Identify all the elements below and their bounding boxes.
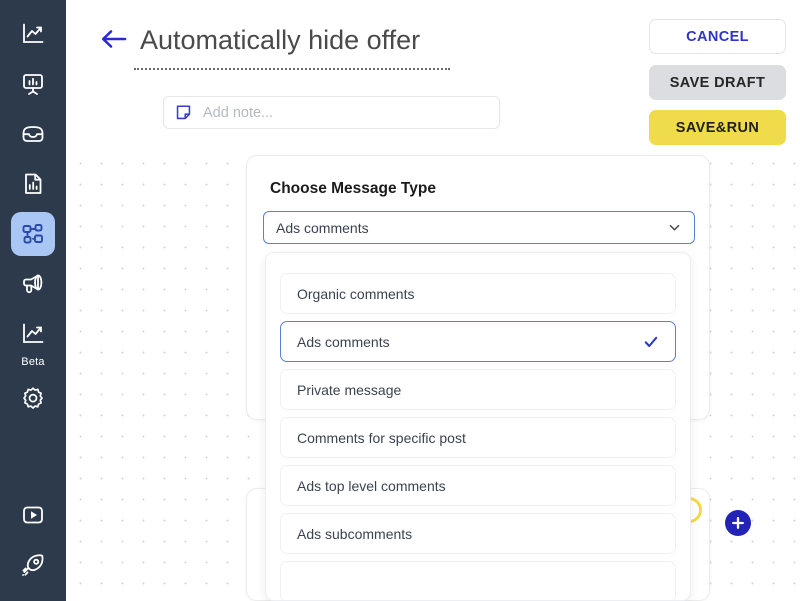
presentation-chart-icon	[23, 74, 43, 95]
page-title: Automatically hide offer	[140, 25, 421, 55]
dropdown-option-ads-top-level-comments[interactable]: Ads top level comments	[280, 465, 676, 506]
cancel-button[interactable]: CANCEL	[649, 19, 786, 54]
sidebar-item-beta-analytics[interactable]	[11, 312, 55, 356]
gear-icon	[23, 387, 43, 409]
message-type-select-value: Ads comments	[276, 219, 369, 236]
inbox-tray-icon	[22, 126, 44, 142]
check-icon	[644, 336, 658, 347]
chevron-down-icon	[669, 224, 680, 231]
sidebar-item-presentation[interactable]	[11, 62, 55, 106]
sidebar-item-campaigns[interactable]	[11, 262, 55, 306]
dropdown-option-ads-comments[interactable]: Ads comments	[280, 321, 676, 362]
note-icon	[176, 105, 191, 120]
line-chart-axis-icon	[23, 323, 44, 343]
sidebar-item-reports[interactable]	[11, 162, 55, 206]
dropdown-option-label: Ads comments	[297, 333, 390, 350]
save-and-run-button[interactable]: SAVE&RUN	[649, 110, 786, 145]
sidebar-item-analytics[interactable]	[11, 12, 55, 56]
dropdown-option-label: Comments for specific post	[297, 429, 466, 446]
save-draft-button[interactable]: SAVE DRAFT	[649, 65, 786, 100]
message-type-dropdown-panel[interactable]: Organic comments Ads comments Private me…	[265, 252, 691, 601]
back-button[interactable]	[97, 22, 131, 56]
sidebar-item-whats-new[interactable]	[11, 543, 55, 587]
dropdown-option-comments-for-specific-post[interactable]: Comments for specific post	[280, 417, 676, 458]
add-node-button[interactable]	[725, 510, 751, 536]
app-root: Choose Message Type Ads comments Organic…	[0, 0, 800, 601]
dropdown-option-organic-comments[interactable]: Organic comments	[280, 273, 676, 314]
sidebar-item-tutorials[interactable]	[11, 493, 55, 537]
line-chart-axis-icon	[23, 23, 44, 43]
megaphone-icon	[23, 274, 43, 294]
document-bar-chart-icon	[25, 173, 42, 194]
nodes-flow-icon	[22, 224, 43, 244]
dropdown-option-label: Private message	[297, 381, 402, 398]
play-square-icon	[23, 506, 43, 524]
dropdown-option-label: Ads top level comments	[297, 477, 446, 494]
sidebar-item-settings[interactable]	[11, 376, 55, 420]
dropdown-option-label: Organic comments	[297, 285, 415, 302]
dropdown-option-private-message[interactable]: Private message	[280, 369, 676, 410]
dropdown-option-partial[interactable]	[280, 561, 676, 600]
page-header: Automatically hide offer Add note... CAN…	[66, 0, 800, 148]
page-title-underline	[134, 68, 450, 70]
dropdown-option-label: Ads subcomments	[297, 525, 413, 542]
sidebar-item-automations[interactable]	[11, 212, 55, 256]
dropdown-option-ads-subcomments[interactable]: Ads subcomments	[280, 513, 676, 554]
rocket-icon	[22, 554, 44, 576]
main-sidebar: Beta	[0, 0, 66, 601]
sidebar-item-inbox[interactable]	[11, 112, 55, 156]
add-note-placeholder: Add note...	[203, 104, 274, 121]
add-note-input[interactable]: Add note...	[163, 96, 500, 129]
node-card-heading: Choose Message Type	[270, 180, 436, 197]
sidebar-beta-label: Beta	[21, 356, 45, 368]
message-type-select[interactable]: Ads comments	[263, 211, 695, 244]
plus-icon	[732, 517, 744, 529]
arrow-left-icon	[101, 30, 127, 48]
